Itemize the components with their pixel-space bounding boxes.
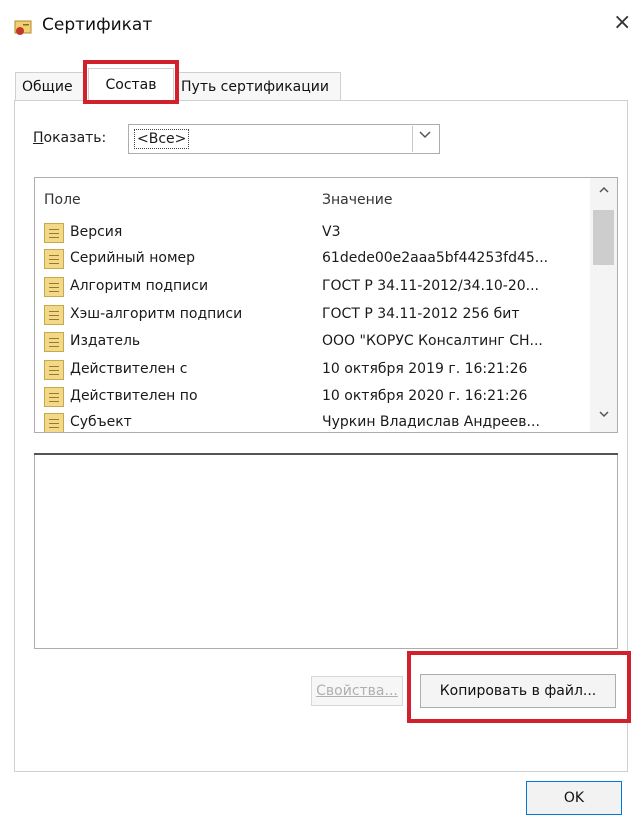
list-item[interactable]: Субъект Чуркин Владислав Андреев... <box>44 412 594 432</box>
chevron-down-icon[interactable] <box>418 127 432 141</box>
properties-button[interactable]: Свойства... <box>311 676 403 706</box>
field-detail-box[interactable] <box>34 453 618 649</box>
field-icon <box>44 223 64 243</box>
tab-certification-path[interactable]: Путь сертификации <box>176 72 341 100</box>
column-header-field[interactable]: Поле <box>44 192 81 208</box>
close-icon[interactable]: × <box>613 10 631 35</box>
copy-to-file-button[interactable]: Копировать в файл... <box>420 674 616 708</box>
tab-general[interactable]: Общие <box>15 72 87 100</box>
list-item[interactable]: Действителен с 10 октября 2019 г. 16:21:2… <box>44 359 594 383</box>
column-header-value[interactable]: Значение <box>322 192 392 208</box>
scrollbar-thumb[interactable] <box>593 210 614 265</box>
list-item[interactable]: Издатель ООО "КОРУС Консалтинг СН... <box>44 331 594 355</box>
field-icon <box>44 387 64 407</box>
ok-button[interactable]: OK <box>526 781 622 815</box>
list-item[interactable]: Хэш-алгоритм подписи ГОСТ Р 34.11-2012 25… <box>44 304 594 328</box>
field-icon <box>44 277 64 297</box>
list-item[interactable]: Алгоритм подписи ГОСТ Р 34.11-2012/34.10-… <box>44 276 594 300</box>
list-item[interactable]: Действителен по 10 октября 2020 г. 16:21:… <box>44 386 594 410</box>
tab-composition[interactable]: Состав <box>88 68 174 101</box>
field-icon <box>44 305 64 325</box>
field-icon <box>44 413 64 432</box>
window-title: Сертификат <box>42 15 153 35</box>
show-select-value: <Все> <box>134 129 190 149</box>
select-separator <box>412 126 413 152</box>
scroll-down-icon[interactable] <box>598 408 610 420</box>
field-icon <box>44 332 64 352</box>
scroll-up-icon[interactable] <box>598 184 610 196</box>
field-icon <box>44 360 64 380</box>
field-icon <box>44 249 64 269</box>
list-item[interactable]: Версия V3 <box>44 222 594 246</box>
certificate-icon <box>14 20 32 35</box>
show-label: Показать: <box>33 130 107 146</box>
detail-box-edge <box>34 453 618 455</box>
list-item[interactable]: Серийный номер 61dede00e2aaa5bf44253fd45.… <box>44 248 594 272</box>
